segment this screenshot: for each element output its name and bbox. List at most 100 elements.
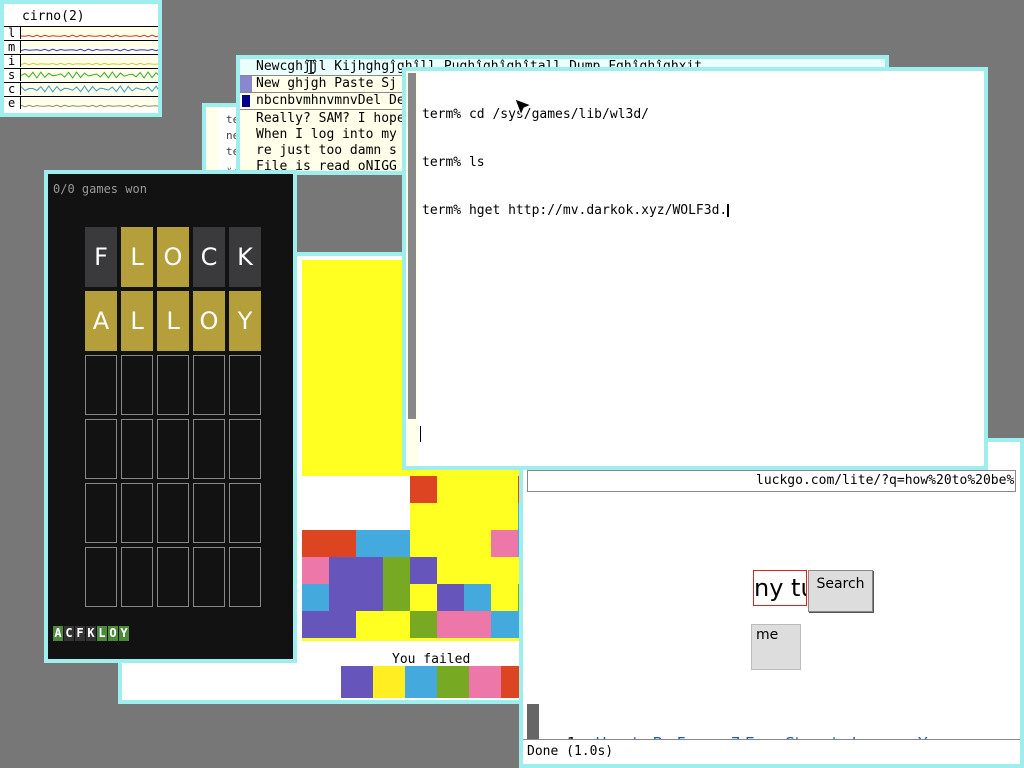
wordle-tile xyxy=(157,483,189,543)
used-letter: A xyxy=(53,626,63,641)
home-button[interactable]: me xyxy=(751,624,801,670)
scrollbar[interactable] xyxy=(406,71,418,466)
wordle-tile xyxy=(229,355,261,415)
wordle-tile: L xyxy=(157,291,189,351)
stats-graphs: lmisce xyxy=(4,26,158,110)
board-cell xyxy=(302,611,329,638)
wordle-tile xyxy=(85,483,117,543)
wordle-tile xyxy=(85,547,117,607)
stats-label: s xyxy=(8,68,16,82)
wordle-tile xyxy=(121,355,153,415)
stats-label: e xyxy=(8,96,16,110)
used-letters: ACFKLOY xyxy=(53,626,130,641)
board-cell xyxy=(329,584,356,611)
board-cell xyxy=(356,557,383,584)
search-button[interactable]: Search xyxy=(808,570,873,612)
stats-row: l xyxy=(4,26,158,40)
used-letter: F xyxy=(75,626,85,641)
used-letter: C xyxy=(64,626,74,641)
used-letter: K xyxy=(86,626,96,641)
terminal-output[interactable]: term% cd /sys/games/lib/wl3d/ term% ls t… xyxy=(422,75,730,251)
stats-graph xyxy=(20,69,158,81)
wordle-window[interactable]: 0/0 games won FLOCKALLOY ACFKLOY xyxy=(44,170,297,663)
board-cell xyxy=(302,503,329,530)
board-cell xyxy=(383,476,410,503)
board-cell xyxy=(356,503,383,530)
games-won-counter: 0/0 games won xyxy=(53,182,147,196)
board-cell xyxy=(464,584,491,611)
wordle-tile: L xyxy=(121,227,153,287)
scrollbar[interactable] xyxy=(240,76,252,92)
scrollbar[interactable] xyxy=(206,107,218,177)
scrollbar-thumb[interactable] xyxy=(408,73,416,419)
subwindow-tag-text[interactable]: New ghjgh Paste Sj xyxy=(256,76,397,92)
wordle-tile xyxy=(85,355,117,415)
mouse-pointer-icon xyxy=(514,98,532,116)
next-piece-block xyxy=(405,666,437,698)
insertion-cursor xyxy=(420,426,421,442)
wordle-tile xyxy=(193,419,225,479)
wordle-tile xyxy=(157,355,189,415)
wordle-tile: O xyxy=(157,227,189,287)
next-piece-block xyxy=(437,666,469,698)
wordle-tile: L xyxy=(121,291,153,351)
terminal-line: term% ls xyxy=(422,155,485,170)
status-bar: Done (1.0s) xyxy=(523,739,1020,764)
wordle-tile xyxy=(193,547,225,607)
stats-graph xyxy=(20,97,158,109)
board-cell xyxy=(410,476,437,503)
stats-label: l xyxy=(8,26,16,40)
stats-graph xyxy=(20,55,158,67)
stats-label: m xyxy=(8,40,16,54)
wordle-tile: O xyxy=(193,291,225,351)
board-cell xyxy=(302,584,329,611)
wordle-tile xyxy=(229,547,261,607)
search-input[interactable]: ny tu xyxy=(753,570,807,606)
board-cell xyxy=(437,611,464,638)
board-cell xyxy=(383,530,410,557)
browser-window[interactable]: luckgo.com/lite/?q=how%20to%20be% ny tu … xyxy=(519,438,1024,768)
wordle-tile: K xyxy=(229,227,261,287)
game-status: You failed xyxy=(392,652,471,667)
scrollbar[interactable] xyxy=(527,704,539,742)
stats-graph xyxy=(20,83,158,95)
board-cell xyxy=(302,476,329,503)
wordle-tile xyxy=(121,419,153,479)
stats-row: c xyxy=(4,82,158,96)
board-cell xyxy=(356,476,383,503)
board-cell xyxy=(491,611,518,638)
board-cell xyxy=(410,611,437,638)
wordle-tile xyxy=(193,483,225,543)
stats-row: e xyxy=(4,96,158,110)
stats-graph xyxy=(20,41,158,53)
board-cell xyxy=(356,530,383,557)
wordle-tile: Y xyxy=(229,291,261,351)
board-cell xyxy=(437,584,464,611)
terminal-line: term% cd /sys/games/lib/wl3d/ xyxy=(422,107,649,122)
scrollbar-thumb[interactable] xyxy=(242,95,250,107)
wordle-tile xyxy=(157,547,189,607)
next-piece-block xyxy=(373,666,405,698)
board-cell xyxy=(383,557,410,584)
terminal-window[interactable]: term% cd /sys/games/lib/wl3d/ term% ls t… xyxy=(402,67,988,470)
terminal-line-text: term% hget http://mv.darkok.xyz/WOLF3d. xyxy=(422,203,728,218)
board-cell xyxy=(329,503,356,530)
wordle-tile xyxy=(121,483,153,543)
board-cell xyxy=(329,476,356,503)
stats-label: i xyxy=(8,54,16,68)
stats-title: cirno(2) xyxy=(22,9,85,24)
board-cell xyxy=(356,584,383,611)
wordle-tile: A xyxy=(85,291,117,351)
stats-window[interactable]: cirno(2) lmisce xyxy=(0,0,162,117)
wordle-tile xyxy=(157,419,189,479)
url-bar[interactable]: luckgo.com/lite/?q=how%20to%20be% xyxy=(527,470,1016,492)
board-cell xyxy=(383,584,410,611)
next-piece-block xyxy=(341,666,373,698)
wordle-tile xyxy=(229,419,261,479)
wordle-tile xyxy=(193,355,225,415)
board-cell xyxy=(329,530,356,557)
board-cell xyxy=(383,503,410,530)
board-cell xyxy=(491,530,518,557)
subwindow-tag-text-2[interactable]: nbcnbvmhnvmnvDel De xyxy=(256,93,405,109)
stats-row: i xyxy=(4,54,158,68)
